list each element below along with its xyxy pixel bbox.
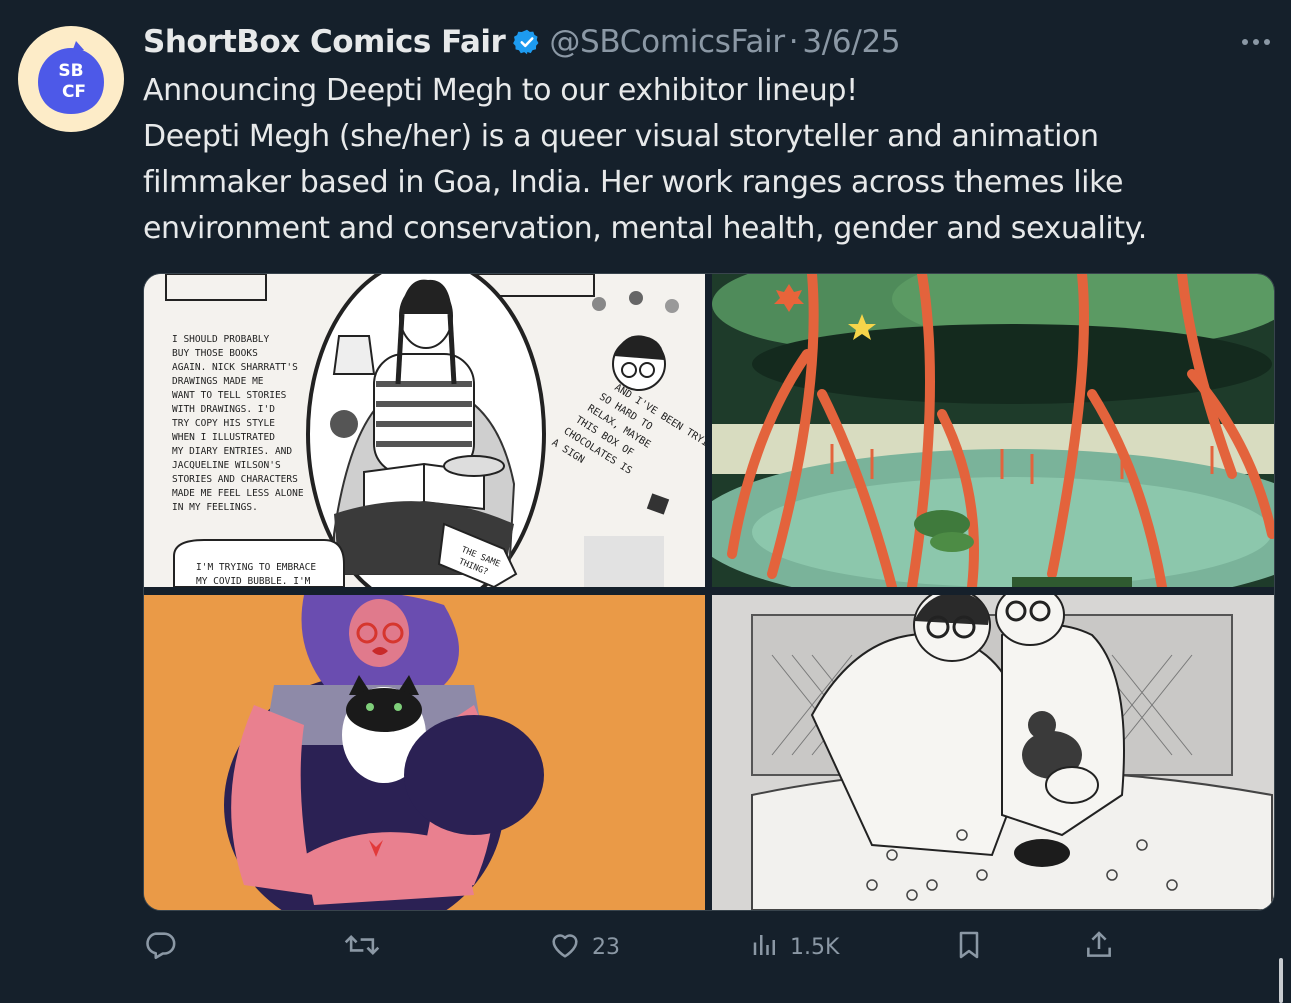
- tweet-header: ShortBox Comics Fair @SBComicsFair · 3/6…: [143, 20, 901, 64]
- comic-caption-line: IN MY FEELINGS.: [172, 502, 258, 513]
- heart-icon: [548, 928, 582, 966]
- avatar-text-bottom: CF: [62, 82, 86, 102]
- reply-button[interactable]: [143, 925, 187, 969]
- avatar-text-top: SB: [58, 61, 83, 81]
- media-image-mangroves[interactable]: [712, 274, 1274, 587]
- comic-caption-line: WHEN I ILLUSTRATED: [172, 432, 275, 443]
- retweet-button[interactable]: [343, 925, 391, 969]
- more-options-icon[interactable]: [1236, 30, 1276, 54]
- reply-icon: [143, 928, 177, 966]
- views-count: 1.5K: [790, 934, 840, 960]
- tweet-line: Announcing Deepti Megh to our exhibitor …: [143, 73, 858, 108]
- bookmark-button[interactable]: [953, 925, 985, 969]
- comic-caption-line: BUY THOSE BOOKS: [172, 348, 258, 359]
- comic-caption-line: DRAWINGS MADE ME: [172, 376, 264, 387]
- media-grid: I SHOULD PROBABLY BUY THOSE BOOKS AGAIN.…: [143, 273, 1275, 911]
- bookmark-icon: [953, 928, 985, 966]
- media-image-woman-with-cat[interactable]: [144, 595, 705, 910]
- media-image-couple-with-cats[interactable]: [712, 595, 1274, 910]
- share-button[interactable]: [1083, 925, 1115, 969]
- separator-dot: ·: [788, 24, 799, 60]
- comic-caption-line: AGAIN. NICK SHARRATT'S: [172, 362, 298, 373]
- tweet-actions: 23 1.5K: [143, 925, 1143, 969]
- comic-caption-line: I'M TRYING TO EMBRACE: [196, 562, 316, 573]
- tweet-line: environment and conservation, mental hea…: [143, 211, 1147, 246]
- tweet-text: Announcing Deepti Megh to our exhibitor …: [143, 68, 1263, 252]
- scrollbar-thumb[interactable]: [1279, 958, 1283, 1003]
- retweet-icon: [343, 928, 381, 966]
- media-image-comic-page[interactable]: I SHOULD PROBABLY BUY THOSE BOOKS AGAIN.…: [144, 274, 705, 587]
- tweet-line: Deepti Megh (she/her) is a queer visual …: [143, 119, 1099, 154]
- comic-caption-line: WANT TO TELL STORIES: [172, 390, 287, 401]
- avatar[interactable]: SB CF: [18, 26, 124, 132]
- shortbox-logo-icon: SB CF: [38, 41, 104, 114]
- comic-caption-line: STORIES AND CHARACTERS: [172, 474, 298, 485]
- tweet-line: filmmaker based in Goa, India. Her work …: [143, 165, 1124, 200]
- share-icon: [1083, 928, 1115, 966]
- handle[interactable]: @SBComicsFair: [549, 24, 785, 60]
- comic-caption-line: MADE ME FEEL LESS ALONE: [172, 488, 304, 499]
- comic-caption-line: MY DIARY ENTRIES. AND: [172, 446, 292, 457]
- comic-caption-line: MY COVID BUBBLE. I'M: [196, 576, 311, 587]
- comic-caption-line: TRY COPY HIS STYLE: [172, 418, 275, 429]
- comic-caption-line: WITH DRAWINGS. I'D: [172, 404, 275, 415]
- tweet-date[interactable]: 3/6/25: [802, 24, 900, 60]
- verified-badge-icon[interactable]: [513, 28, 541, 56]
- like-button[interactable]: 23: [548, 925, 620, 969]
- views-button[interactable]: 1.5K: [750, 925, 839, 969]
- display-name[interactable]: ShortBox Comics Fair: [143, 24, 506, 60]
- comic-caption-line: I SHOULD PROBABLY: [172, 334, 270, 345]
- like-count: 23: [592, 934, 620, 960]
- comic-caption-line: JACQUELINE WILSON'S: [172, 460, 281, 471]
- views-chart-icon: [750, 930, 780, 964]
